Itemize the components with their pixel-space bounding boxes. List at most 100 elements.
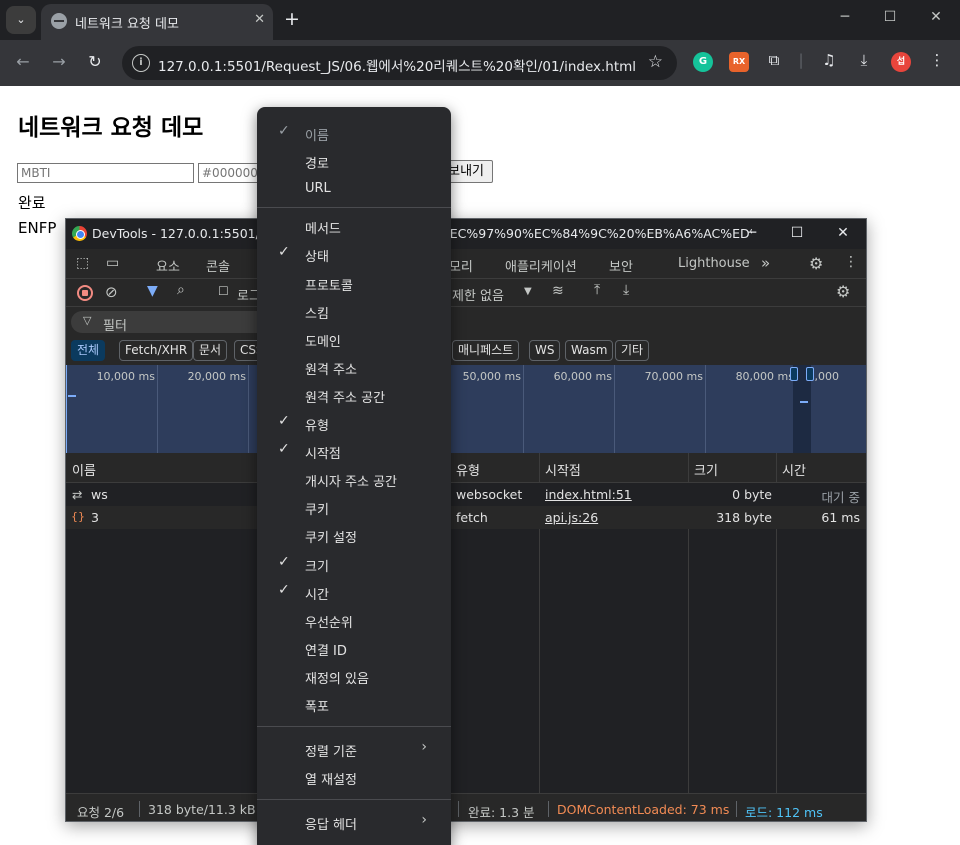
address-bar[interactable]: i 127.0.0.1:5501/Request_JS/06.웹에서%20리퀘스… — [122, 46, 677, 80]
window-minimize-button[interactable]: ─ — [833, 9, 857, 25]
overview-right-handle[interactable] — [806, 367, 814, 381]
menu-item-쿠키-설정[interactable]: 쿠키 설정 — [257, 521, 451, 549]
tab-lighthouse[interactable]: Lighthouse — [678, 256, 750, 271]
overview-left-handle[interactable] — [790, 367, 798, 381]
table-row[interactable]: {} 3 fetch api.js:26 318 byte 61 ms — [66, 506, 866, 529]
menu-item-도메인[interactable]: 도메인 — [257, 325, 451, 353]
filter-chip-ws[interactable]: WS — [529, 340, 561, 361]
menu-item-응답-헤더[interactable]: 응답 헤더 › — [257, 808, 451, 836]
media-controls-icon[interactable]: ♫ — [818, 51, 840, 69]
filter-chip-other[interactable]: 기타 — [615, 340, 650, 361]
chrome-logo-icon — [72, 226, 87, 241]
request-time: 대기 중 — [821, 490, 860, 505]
more-tabs-icon[interactable]: » — [761, 254, 770, 272]
menu-item-label: 이름 — [305, 129, 329, 144]
tab-elements[interactable]: 요소 — [156, 256, 180, 275]
site-info-icon[interactable]: i — [132, 54, 150, 72]
menu-item-스킴[interactable]: 스킴 — [257, 297, 451, 325]
clear-log-icon[interactable]: ⊘ — [105, 283, 118, 301]
filter-chip-fetch-xhr[interactable]: Fetch/XHR — [119, 340, 194, 361]
settings-gear-icon[interactable]: ⚙ — [809, 254, 823, 273]
devtools-minimize-button[interactable]: ─ — [742, 225, 762, 241]
table-row[interactable]: ⇄ ws websocket index.html:51 0 byte 대기 중 — [66, 483, 866, 506]
browser-tab[interactable]: 네트워크 요청 데모 ✕ — [41, 4, 273, 40]
profile-avatar[interactable]: 섭 — [891, 52, 911, 72]
menu-item-원격-주소-공간[interactable]: 원격 주소 공간 — [257, 381, 451, 409]
checkmark-icon: ✓ — [278, 123, 290, 139]
network-conditions-icon[interactable]: ≋ — [552, 283, 564, 299]
filter-chip-doc[interactable]: 문서 — [193, 340, 228, 361]
menu-item-열-재설정[interactable]: 열 재설정 — [257, 763, 451, 791]
chevron-right-icon: › — [421, 812, 427, 829]
search-icon[interactable]: ⌕ — [177, 282, 185, 298]
back-button[interactable]: ← — [12, 52, 34, 71]
tab-close-icon[interactable]: ✕ — [254, 12, 265, 27]
checkmark-icon: ✓ — [278, 553, 290, 570]
checkmark-icon: ✓ — [278, 441, 290, 458]
record-stop-button[interactable] — [77, 285, 93, 301]
menu-item-경로[interactable]: 경로 — [257, 147, 451, 175]
rx-extension-icon[interactable]: RX — [729, 52, 749, 72]
column-header-name[interactable]: 이름 — [72, 460, 96, 479]
filter-chip-manifest[interactable]: 매니페스트 — [452, 340, 520, 361]
chevron-down-icon[interactable]: ▼ — [524, 286, 532, 297]
window-close-button[interactable]: ✕ — [924, 9, 948, 25]
tab-console[interactable]: 콘솔 — [206, 256, 230, 275]
extensions-puzzle-icon[interactable]: ⧉ — [763, 51, 785, 69]
address-url[interactable]: 127.0.0.1:5501/Request_JS/06.웹에서%20리퀘스트%… — [158, 55, 636, 75]
devtools-menu-icon[interactable]: ⋮ — [844, 254, 858, 270]
menu-item-시간[interactable]: ✓ 시간 — [257, 578, 451, 606]
grammarly-extension-icon[interactable]: G — [693, 52, 713, 72]
devtools-maximize-button[interactable]: ☐ — [787, 225, 807, 241]
menu-item-개시자-주소-공간[interactable]: 개시자 주소 공간 — [257, 465, 451, 493]
column-header-time[interactable]: 시간 — [782, 460, 806, 479]
bookmark-star-icon[interactable]: ☆ — [648, 52, 663, 72]
menu-item-상태[interactable]: ✓ 상태 — [257, 240, 451, 268]
tab-search-button[interactable]: ⌄ — [6, 6, 36, 34]
menu-item-유형[interactable]: ✓ 유형 — [257, 409, 451, 437]
reload-button[interactable]: ↻ — [84, 52, 106, 71]
menu-item-URL[interactable]: URL — [257, 175, 451, 203]
download-icon[interactable]: ⤓ — [853, 51, 875, 69]
import-har-icon[interactable]: ⤒ — [594, 282, 600, 298]
device-toolbar-icon[interactable]: ▭ — [106, 255, 119, 271]
devtools-close-button[interactable]: ✕ — [833, 225, 853, 241]
throttling-select[interactable]: 제한 없음 — [452, 285, 504, 304]
menu-item-연결-ID[interactable]: 연결 ID — [257, 634, 451, 662]
tab-security[interactable]: 보안 — [609, 256, 633, 275]
request-initiator-link[interactable]: api.js:26 — [545, 510, 598, 525]
menu-item-프로토콜[interactable]: 프로토콜 — [257, 269, 451, 297]
menu-item-정렬-기준[interactable]: 정렬 기준 › — [257, 735, 451, 763]
menu-item-메서드[interactable]: 메서드 — [257, 212, 451, 240]
filter-chip-wasm[interactable]: Wasm — [565, 340, 614, 361]
inspect-element-icon[interactable]: ⬚ — [76, 255, 89, 271]
window-maximize-button[interactable]: ☐ — [878, 9, 902, 25]
forward-button[interactable]: → — [48, 52, 70, 71]
request-size: 318 byte — [716, 510, 772, 525]
status-dom-content-loaded: DOMContentLoaded: 73 ms — [557, 802, 730, 817]
network-overview-timeline[interactable]: 10,000 ms 20,000 ms 50,000 ms 60,000 ms … — [66, 365, 866, 453]
mbti-input[interactable]: MBTI — [17, 163, 194, 183]
menu-item-쿠키[interactable]: 쿠키 — [257, 493, 451, 521]
filter-funnel-icon[interactable]: ▼ — [147, 283, 158, 299]
network-filter-row: ▽ 필터 — [66, 307, 866, 337]
menu-item-우선순위[interactable]: 우선순위 — [257, 606, 451, 634]
menu-item-원격-주소[interactable]: 원격 주소 — [257, 353, 451, 381]
new-tab-button[interactable]: + — [284, 8, 300, 30]
column-header-initiator[interactable]: 시작점 — [545, 460, 581, 479]
export-har-icon[interactable]: ⤓ — [623, 282, 629, 298]
menu-item-label: 원격 주소 — [305, 362, 357, 378]
filter-chip-all[interactable]: 전체 — [71, 340, 106, 361]
request-initiator-link[interactable]: index.html:51 — [545, 487, 632, 502]
column-header-type[interactable]: 유형 — [456, 460, 480, 479]
column-header-size[interactable]: 크기 — [694, 460, 718, 479]
menu-item-크기[interactable]: ✓ 크기 — [257, 550, 451, 578]
network-settings-gear-icon[interactable]: ⚙ — [836, 282, 850, 301]
menu-item-폭포[interactable]: 폭포 — [257, 690, 451, 718]
browser-menu-icon[interactable]: ⋮ — [926, 51, 948, 69]
menu-item-label: 스킴 — [305, 306, 329, 322]
menu-item-재정의-있음[interactable]: 재정의 있음 — [257, 662, 451, 690]
menu-item-시작점[interactable]: ✓ 시작점 — [257, 437, 451, 465]
preserve-log-checkbox[interactable]: ☐ — [218, 284, 229, 298]
tab-application[interactable]: 애플리케이션 — [505, 256, 577, 275]
